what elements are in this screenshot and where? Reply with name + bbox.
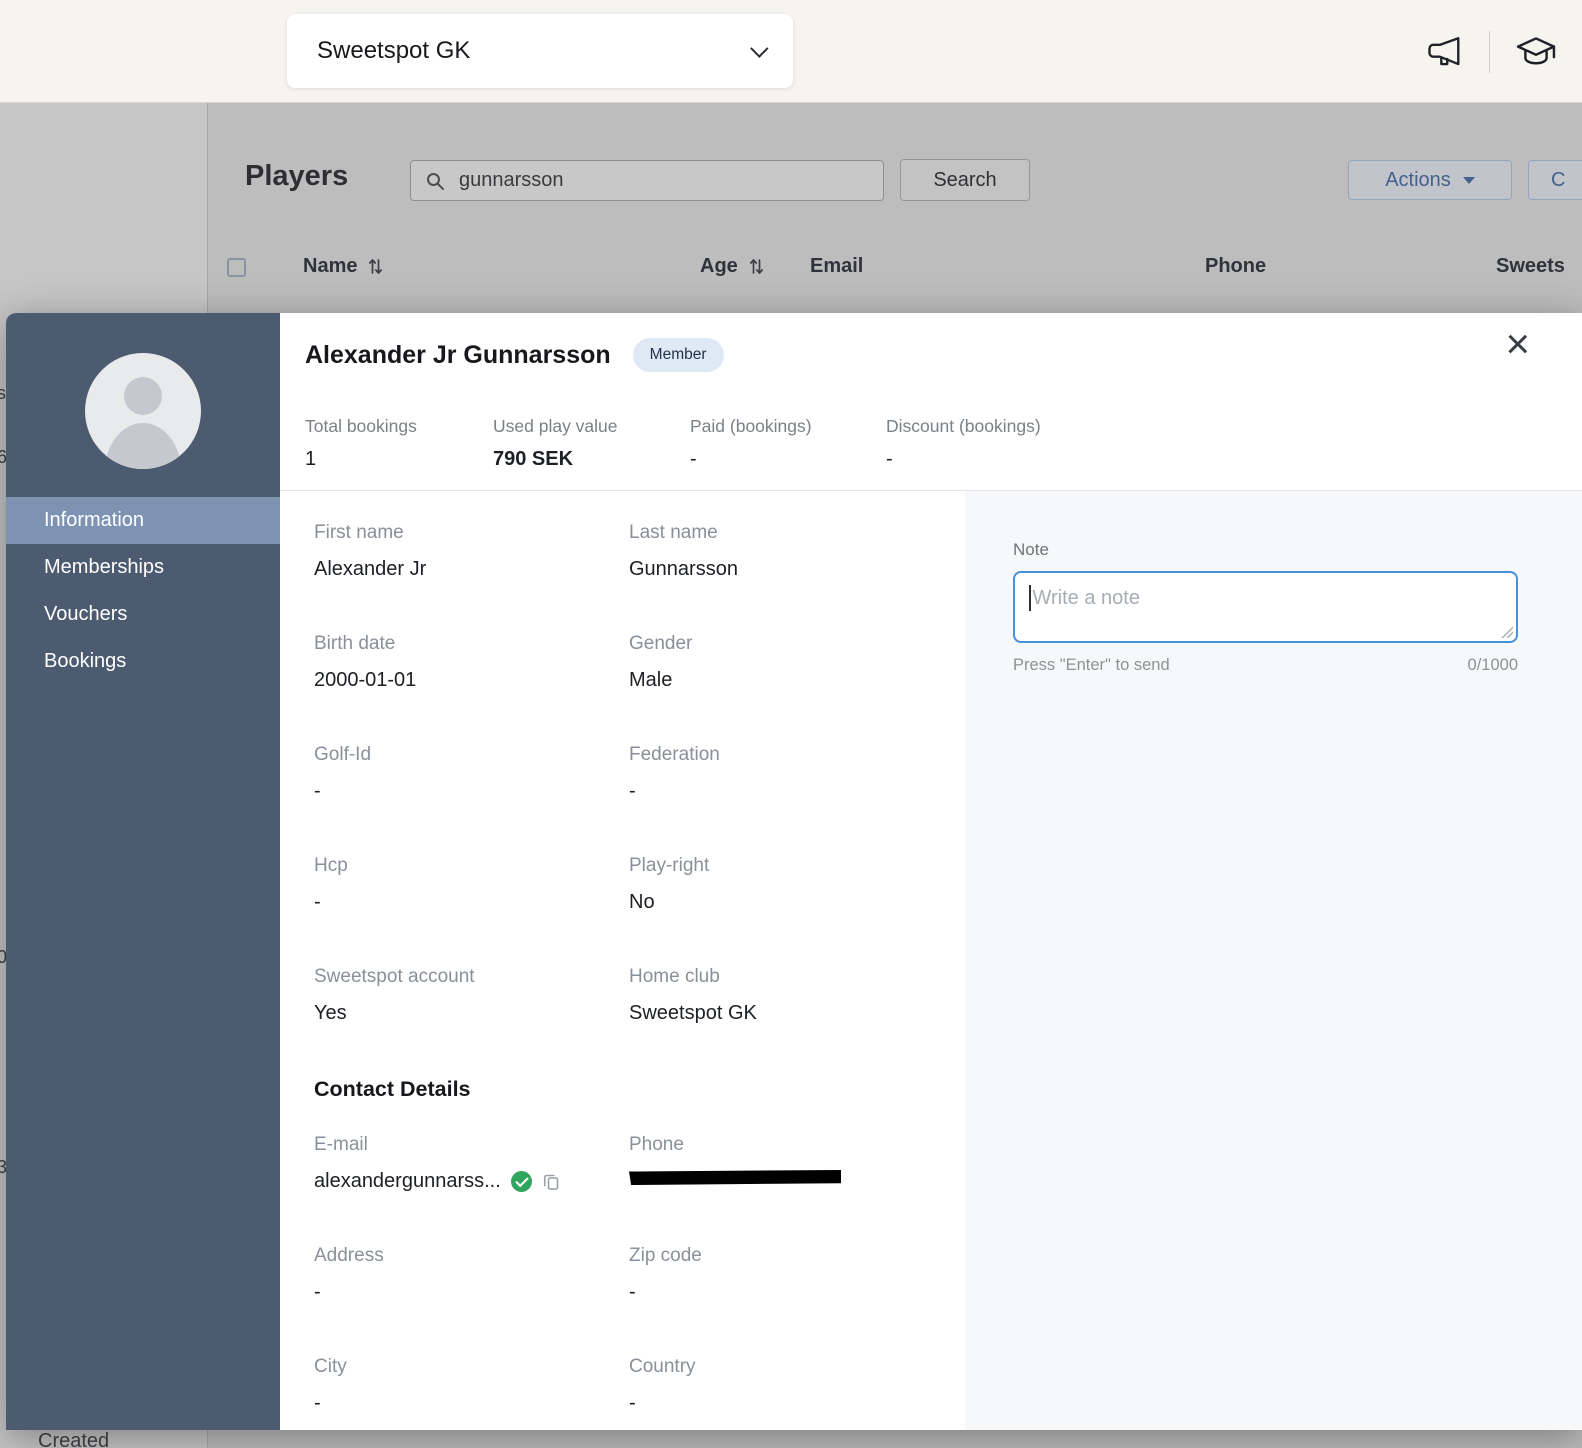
field-city: City - [314,1356,629,1415]
column-header-age[interactable]: Age [700,255,765,278]
field-country: Country - [629,1356,944,1415]
verified-check-icon [511,1171,532,1192]
note-input[interactable]: Write a note [1013,571,1518,643]
modal-main: Alexander Jr Gunnarsson Member × Total b… [280,313,1582,1430]
field-row: Hcp - Play-right No [314,855,950,914]
sidebar-item-information[interactable]: Information [6,497,280,544]
field-zip-code: Zip code - [629,1245,944,1304]
sidebar-item-vouchers[interactable]: Vouchers [6,591,280,638]
clipped-right-button-label: C [1551,169,1565,192]
topbar-icons [1427,0,1556,103]
stat-total-bookings: Total bookings 1 [305,416,417,471]
modal-sidebar-nav: Information Memberships Vouchers Booking… [6,497,280,685]
field-sweetspot-account: Sweetspot account Yes [314,966,629,1025]
field-row: Address - Zip code - [314,1245,950,1304]
actions-button-label: Actions [1385,169,1451,192]
search-icon [425,171,445,191]
field-row: City - Country - [314,1356,950,1415]
email-value: alexandergunnarss... [314,1170,501,1193]
stat-paid-bookings: Paid (bookings) - [690,416,812,471]
search-input-value: gunnarsson [459,169,564,192]
resize-handle[interactable] [1501,626,1513,638]
avatar-head [124,377,162,415]
created-column-label: Created [38,1430,109,1448]
megaphone-icon[interactable] [1427,36,1463,67]
column-header-sweetspot: Sweets [1496,255,1565,278]
close-icon[interactable]: × [1505,323,1530,365]
modal-header: Alexander Jr Gunnarsson Member [305,338,724,372]
sidebar-item-bookings[interactable]: Bookings [6,638,280,685]
search-input[interactable]: gunnarsson [410,160,884,201]
field-gender: Gender Male [629,633,944,692]
column-header-name[interactable]: Name [303,255,384,278]
field-golf-id: Golf-Id - [314,744,629,803]
field-row: E-mail alexandergunnarss... Phone [314,1134,950,1193]
field-birth-date: Birth date 2000-01-01 [314,633,629,692]
field-email: E-mail alexandergunnarss... [314,1134,629,1193]
note-hint: Press "Enter" to send [1013,656,1170,675]
column-header-email: Email [810,255,863,278]
select-all-checkbox[interactable] [227,258,246,277]
note-label: Note [1013,540,1582,560]
club-selector-value: Sweetspot GK [317,37,470,65]
screen: Sweetspot GK Players [0,0,1582,1448]
player-name: Alexander Jr Gunnarsson [305,341,611,370]
sidebar-item-memberships[interactable]: Memberships [6,544,280,591]
modal-sidebar: Information Memberships Vouchers Booking… [6,313,280,1430]
sort-icon[interactable] [367,257,384,276]
copy-icon[interactable] [542,1172,561,1191]
field-hcp: Hcp - [314,855,629,914]
avatar-torso [105,423,181,469]
field-address: Address - [314,1245,629,1304]
field-first-name: First name Alexander Jr [314,522,629,581]
stats-row: Total bookings 1 Used play value 790 SEK… [280,416,1582,486]
note-placeholder: Write a note [1033,585,1140,611]
club-selector[interactable]: Sweetspot GK [287,14,793,88]
contact-details-heading: Contact Details [314,1077,950,1102]
member-badge: Member [633,338,724,372]
player-info-form: First name Alexander Jr Last name Gunnar… [314,522,950,1430]
topbar: Sweetspot GK [0,0,1582,103]
page-title: Players [245,160,348,193]
stat-discount-bookings: Discount (bookings) - [886,416,1041,471]
caret-down-icon [1463,177,1475,184]
field-row: Sweetspot account Yes Home club Sweetspo… [314,966,950,1025]
stat-used-play-value: Used play value 790 SEK [493,416,618,471]
search-button[interactable]: Search [900,159,1030,201]
avatar [85,353,201,469]
graduation-cap-icon[interactable] [1516,36,1556,67]
field-phone: Phone [629,1134,944,1193]
actions-button[interactable]: Actions [1348,160,1512,200]
column-header-phone: Phone [1205,255,1266,278]
field-row: Birth date 2000-01-01 Gender Male [314,633,950,692]
field-federation: Federation - [629,744,944,803]
clipped-right-button[interactable]: C [1528,160,1582,200]
redacted-phone-value [629,1170,841,1185]
divider [1489,31,1490,73]
field-home-club: Home club Sweetspot GK [629,966,944,1025]
field-last-name: Last name Gunnarsson [629,522,944,581]
player-detail-modal: Information Memberships Vouchers Booking… [6,313,1582,1430]
note-panel: Note Write a note Press "Enter" to send … [965,491,1582,1430]
field-row: First name Alexander Jr Last name Gunnar… [314,522,950,581]
sort-icon[interactable] [748,257,765,276]
field-play-right: Play-right No [629,855,944,914]
chevron-down-icon [750,39,768,57]
note-char-counter: 0/1000 [1468,656,1518,675]
field-row: Golf-Id - Federation - [314,744,950,803]
text-cursor [1029,585,1031,611]
